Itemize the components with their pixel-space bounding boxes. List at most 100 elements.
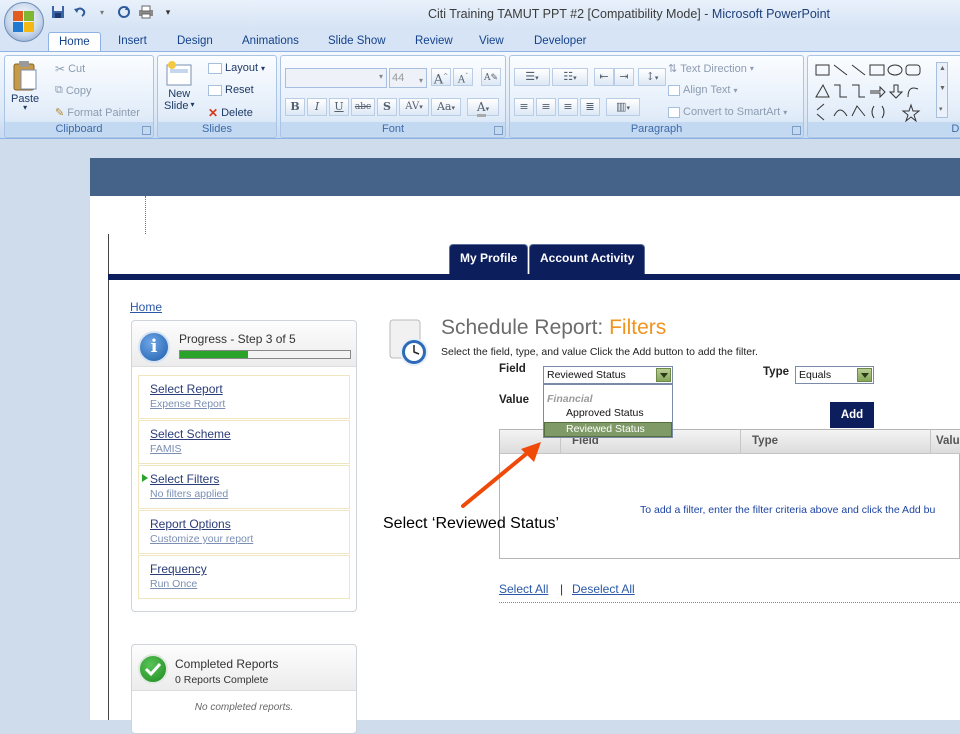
page-title-accent: Filters [609, 316, 667, 339]
step-item[interactable]: Select Filters No filters applied [138, 465, 350, 509]
tab-animations[interactable]: Animations [232, 32, 309, 52]
slide-canvas[interactable]: My Profile Account Activity Home i Progr… [90, 158, 960, 734]
reset-button[interactable]: Reset [208, 84, 254, 96]
type-select[interactable]: Equals [795, 366, 874, 384]
font-dialog-launcher[interactable] [494, 126, 503, 135]
shapes-gallery-scroll[interactable]: ▲ ▼ ▾ [936, 62, 948, 118]
field-select[interactable]: Reviewed Status [543, 366, 673, 384]
office-button[interactable] [4, 2, 44, 42]
type-select-arrow-icon[interactable] [857, 368, 872, 382]
format-painter-button[interactable]: ✎ Format Painter [55, 106, 140, 120]
tab-slide-show[interactable]: Slide Show [318, 32, 396, 52]
strikethrough-button[interactable]: abc [351, 98, 375, 116]
select-all-link[interactable]: Select All [499, 582, 548, 596]
add-button[interactable]: Add [830, 402, 874, 428]
font-color-button[interactable]: A▾ [467, 98, 499, 117]
field-select-arrow-icon[interactable] [656, 368, 671, 382]
tab-developer[interactable]: Developer [524, 32, 596, 52]
increase-indent-button[interactable]: ⇥ [614, 68, 634, 86]
type-label: Type [763, 366, 789, 378]
numbering-button[interactable]: ☷▾ [552, 68, 588, 86]
text-direction-button[interactable]: ⇅ Text Direction ▾ [668, 62, 754, 76]
align-left-button[interactable]: ≡ [514, 98, 534, 116]
tab-my-profile[interactable]: My Profile [449, 244, 529, 274]
bold-button[interactable]: B [285, 98, 305, 116]
shadow-button[interactable]: S [377, 98, 397, 116]
align-center-button[interactable]: ≡ [536, 98, 556, 116]
align-center-icon: ≡ [541, 100, 551, 113]
step-item[interactable]: Frequency Run Once [138, 555, 350, 599]
tab-account-activity[interactable]: Account Activity [529, 244, 646, 274]
tab-insert[interactable]: Insert [108, 32, 157, 52]
redo-icon[interactable] [116, 4, 132, 20]
dotted-divider [499, 602, 960, 603]
completed-reports-title: Completed Reports [175, 657, 279, 671]
deselect-all-link[interactable]: Deselect All [572, 582, 635, 596]
completed-reports-header: Completed Reports 0 Reports Complete [132, 645, 356, 691]
paste-button[interactable]: Paste ▾ [11, 60, 39, 112]
align-text-dropdown-icon: ▾ [733, 85, 738, 95]
print-icon[interactable] [138, 4, 154, 20]
step-subtitle[interactable]: Customize your report [150, 533, 253, 545]
convert-smartart-button[interactable]: Convert to SmartArt ▾ [668, 106, 787, 118]
step-title[interactable]: Select Scheme [150, 427, 231, 441]
tab-design[interactable]: Design [167, 32, 223, 52]
value-label: Value [499, 394, 530, 406]
font-name-combo[interactable]: ▾ [285, 68, 387, 88]
save-icon[interactable] [50, 4, 66, 20]
step-item[interactable]: Select Scheme FAMIS [138, 420, 350, 464]
column-header-value: Valu [936, 435, 960, 447]
align-text-button[interactable]: Align Text ▾ [668, 84, 738, 96]
line-spacing-button[interactable]: ↕▾ [638, 68, 666, 86]
character-spacing-button[interactable]: AV▾ [399, 98, 429, 116]
copy-button[interactable]: ⧉ Copy [55, 84, 92, 97]
new-slide-button[interactable]: New Slide ▾ [164, 60, 194, 112]
home-link[interactable]: Home [130, 300, 162, 314]
tab-home[interactable]: Home [48, 32, 101, 52]
copy-icon: ⧉ [55, 84, 63, 96]
grow-font-button[interactable]: A^ [431, 68, 451, 87]
annotation-arrow-icon [461, 442, 541, 508]
italic-button[interactable]: I [307, 98, 327, 116]
cut-button[interactable]: ✂ Cut [55, 62, 85, 76]
undo-icon[interactable] [72, 4, 88, 20]
dropdown-option-approved-status[interactable]: Approved Status [566, 407, 644, 419]
dropdown-icon[interactable]: ▾ [94, 4, 110, 20]
font-size-combo[interactable]: 44 ▾ [389, 68, 427, 88]
tab-view[interactable]: View [469, 32, 514, 52]
layout-button[interactable]: Layout ▾ [208, 62, 265, 74]
underline-button[interactable]: U [329, 98, 349, 116]
layout-dropdown-icon: ▾ [261, 63, 266, 73]
link-separator: | [560, 582, 564, 596]
shrink-font-button[interactable]: Aˇ [453, 68, 473, 86]
step-title[interactable]: Frequency [150, 562, 207, 576]
decrease-indent-button[interactable]: ⇤ [594, 68, 614, 86]
step-title[interactable]: Select Report [150, 382, 223, 396]
dropdown-option-reviewed-status[interactable]: Reviewed Status [544, 422, 672, 437]
step-item[interactable]: Select Report Expense Report [138, 375, 350, 419]
change-case-button[interactable]: Aa▾ [431, 98, 461, 116]
step-subtitle[interactable]: FAMIS [150, 443, 182, 455]
shapes-gallery[interactable] [814, 62, 932, 122]
columns-button[interactable]: ▥▾ [606, 98, 640, 116]
step-title[interactable]: Select Filters [150, 472, 219, 486]
paragraph-dialog-launcher[interactable] [792, 126, 801, 135]
bullets-button[interactable]: ☰▾ [514, 68, 550, 86]
slide-header-band [90, 158, 960, 196]
tab-review[interactable]: Review [405, 32, 463, 52]
step-subtitle[interactable]: Run Once [150, 578, 197, 590]
align-right-button[interactable]: ≡ [558, 98, 578, 116]
step-item[interactable]: Report Options Customize your report [138, 510, 350, 554]
step-subtitle[interactable]: No filters applied [150, 488, 228, 500]
clipboard-dialog-launcher[interactable] [142, 126, 151, 135]
screenshot-border [108, 234, 109, 720]
slides-group: New Slide ▾ Layout ▾ Reset ✕ Delete Slide… [157, 55, 277, 138]
step-subtitle[interactable]: Expense Report [150, 398, 225, 410]
clear-formatting-button[interactable]: A✎ [481, 68, 501, 86]
customize-qat-icon[interactable]: ▾ [160, 4, 176, 20]
delete-button[interactable]: ✕ Delete [208, 106, 253, 120]
font-name-dropdown-icon: ▾ [378, 72, 383, 81]
font-color-label: A [476, 100, 486, 117]
justify-button[interactable]: ≣ [580, 98, 600, 116]
step-title[interactable]: Report Options [150, 517, 231, 531]
